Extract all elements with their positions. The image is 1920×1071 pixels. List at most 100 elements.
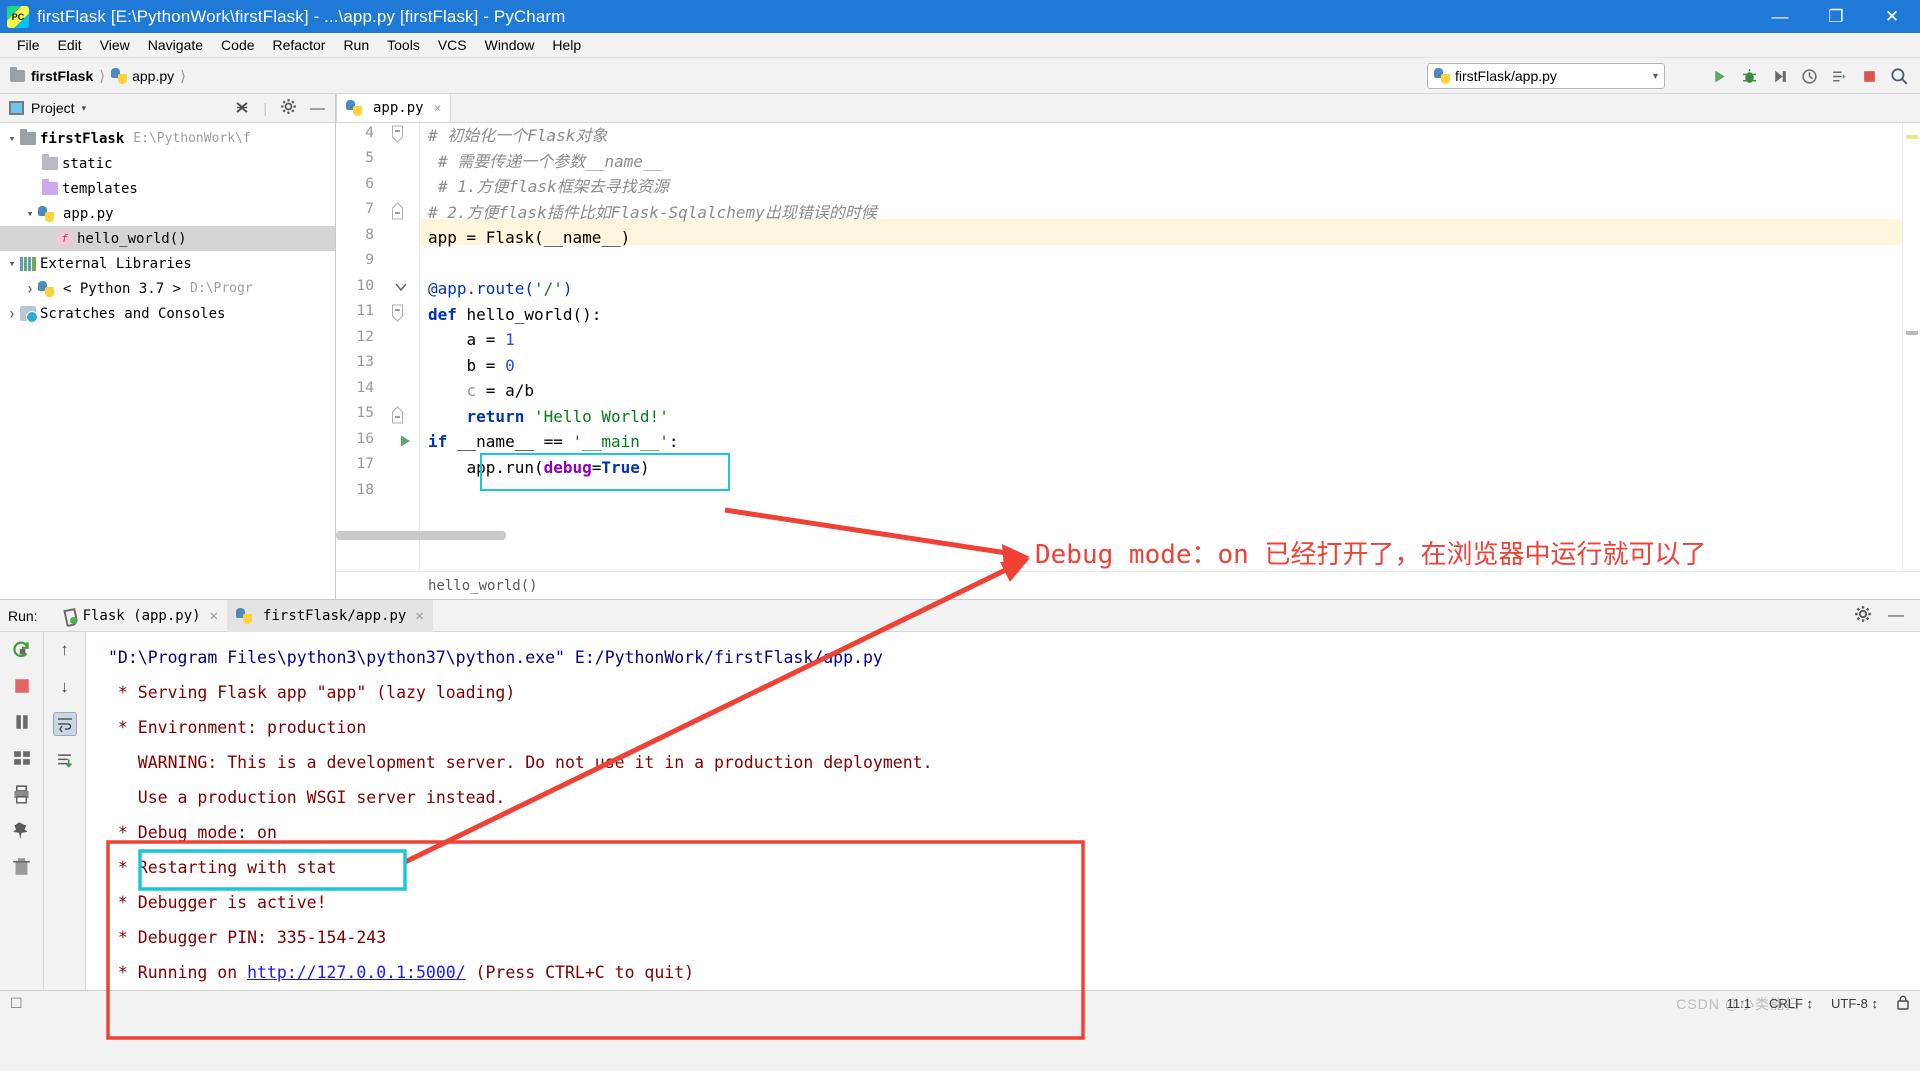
menu-item-vcs[interactable]: VCS: [429, 35, 476, 55]
menu-item-run[interactable]: Run: [334, 35, 378, 55]
pause-icon[interactable]: [10, 710, 34, 734]
fold-end-icon[interactable]: [388, 202, 406, 220]
tree-item-label: templates: [62, 180, 138, 197]
status-bar: ☐ CSDN @小类能扫 11:1 CRLF ↕ UTF-8 ↕: [0, 990, 1920, 1016]
up-arrow-icon[interactable]: ↑: [53, 638, 77, 662]
stop-icon[interactable]: [10, 674, 34, 698]
editor-gutter[interactable]: 4 5 6 7 8 9 10 11 12 13 14 15 16 17 18: [336, 123, 420, 571]
menu-item-code[interactable]: Code: [212, 35, 263, 55]
tree-item-path: E:\PythonWork\f: [133, 131, 251, 146]
chevron-down-icon[interactable]: [22, 207, 38, 220]
close-icon[interactable]: ✕: [415, 608, 423, 624]
maximize-button[interactable]: ❐: [1808, 0, 1864, 33]
line-separator[interactable]: CRLF ↕: [1769, 996, 1813, 1011]
collapse-chevron-icon[interactable]: [392, 278, 410, 296]
close-icon[interactable]: ✕: [210, 608, 218, 624]
tree-item-templates[interactable]: templates: [0, 176, 335, 201]
editor-horizontal-scrollbar[interactable]: [336, 531, 506, 540]
scroll-to-end-icon[interactable]: [53, 749, 77, 773]
hide-panel-icon[interactable]: —: [310, 100, 325, 117]
run-gutter-icon[interactable]: [396, 432, 414, 450]
file-encoding[interactable]: UTF-8 ↕: [1831, 996, 1878, 1011]
lock-icon[interactable]: [1896, 995, 1910, 1013]
close-button[interactable]: ✕: [1864, 0, 1920, 33]
trash-icon[interactable]: [10, 854, 34, 878]
pin-icon[interactable]: [10, 818, 34, 842]
breadcrumb-function[interactable]: hello_world(): [428, 578, 538, 594]
attach-icon[interactable]: [1829, 66, 1850, 87]
console-running-suffix: (Press CTRL+C to quit): [465, 963, 695, 982]
encoding-label: UTF-8: [1831, 996, 1868, 1011]
menu-item-refactor[interactable]: Refactor: [264, 35, 335, 55]
chevron-right-icon[interactable]: [22, 282, 38, 295]
tree-item-scratches[interactable]: Scratches and Consoles: [0, 301, 335, 326]
function-icon: f: [56, 230, 73, 247]
tree-item-hello-world[interactable]: f hello_world(): [0, 226, 335, 251]
line-number: 15: [356, 405, 374, 421]
menu-item-help[interactable]: Help: [543, 35, 590, 55]
caret-position[interactable]: 11:1: [1727, 996, 1751, 1011]
menu-item-edit[interactable]: Edit: [49, 35, 91, 55]
profile-icon[interactable]: [1799, 66, 1820, 87]
chevron-down-icon[interactable]: [4, 257, 20, 270]
tree-item-python-37[interactable]: < Python 3.7 > D:\Progr: [0, 276, 335, 301]
gear-icon[interactable]: [280, 98, 297, 118]
collapse-all-icon[interactable]: [234, 99, 250, 118]
menu-item-window[interactable]: Window: [476, 35, 544, 55]
tree-item-app-py[interactable]: app.py: [0, 201, 335, 226]
rerun-icon[interactable]: [10, 638, 34, 662]
tree-item-static[interactable]: static: [0, 151, 335, 176]
tree-item-label: < Python 3.7 >: [63, 280, 182, 297]
tree-item-external-libraries[interactable]: External Libraries: [0, 251, 335, 276]
annotation-highlight-code: [480, 453, 730, 491]
breadcrumb-file[interactable]: app.py: [111, 67, 174, 84]
annotation-text: Debug mode：on 已经打开了，在浏览器中运行就可以了: [1035, 540, 1707, 570]
fold-start-icon-2[interactable]: [388, 304, 406, 322]
soft-wrap-icon[interactable]: [52, 712, 77, 736]
run-icon[interactable]: [1709, 66, 1730, 87]
chevron-down-icon[interactable]: [4, 132, 20, 145]
down-arrow-icon[interactable]: ↓: [53, 675, 77, 699]
project-header-buttons: | —: [234, 98, 331, 118]
run-configuration-selector[interactable]: firstFlask/app.py ▾: [1427, 63, 1665, 89]
layout-icon[interactable]: [10, 746, 34, 770]
menu-item-view[interactable]: View: [91, 35, 139, 55]
close-icon[interactable]: ✕: [434, 101, 442, 116]
fold-start-icon[interactable]: [388, 125, 406, 143]
code-editor[interactable]: 4 5 6 7 8 9 10 11 12 13 14 15 16 17 18 #…: [336, 123, 1920, 571]
editor-marker-strip[interactable]: [1902, 123, 1920, 571]
gear-icon[interactable]: [1854, 605, 1872, 626]
console-url-link[interactable]: http://127.0.0.1:5000/: [247, 963, 466, 982]
stop-icon[interactable]: [1859, 66, 1880, 87]
code-lines[interactable]: # 初始化一个Flask对象 # 需要传递一个参数__name__ # 1.方便…: [420, 123, 1902, 571]
coverage-icon[interactable]: [1769, 66, 1790, 87]
chevron-right-icon[interactable]: [4, 307, 20, 320]
minimize-button[interactable]: —: [1752, 0, 1808, 33]
project-tool-window: Project ▾ | — firstFlask E:\PythonWork\f: [0, 94, 336, 599]
debug-icon[interactable]: [1739, 66, 1760, 87]
run-console-output[interactable]: "D:\Program Files\python3\python37\pytho…: [86, 632, 1920, 990]
search-icon[interactable]: [1889, 66, 1910, 87]
tree-item-firstflask[interactable]: firstFlask E:\PythonWork\f: [0, 126, 335, 151]
run-tab-app-py[interactable]: firstFlask/app.py ✕: [227, 599, 433, 632]
library-icon: [20, 256, 36, 271]
line-number: 8: [365, 227, 374, 243]
tree-item-label: External Libraries: [40, 255, 192, 272]
menu-item-file[interactable]: File: [8, 35, 49, 55]
print-icon[interactable]: [10, 782, 34, 806]
fold-end-icon-2[interactable]: [388, 406, 406, 424]
hide-icon[interactable]: —: [1888, 607, 1904, 625]
python-config-icon: [1434, 68, 1450, 84]
status-lock-icon[interactable]: ☐: [10, 995, 23, 1012]
project-panel-title: Project: [31, 100, 75, 116]
editor-tab-app-py[interactable]: app.py ✕: [336, 93, 452, 122]
chevron-right-icon: ⟩: [99, 67, 106, 85]
menu-item-tools[interactable]: Tools: [378, 35, 429, 55]
breadcrumb-project[interactable]: firstFlask: [10, 66, 93, 84]
run-tab-flask[interactable]: Flask (app.py) ✕: [52, 600, 227, 632]
chevron-down-icon[interactable]: ▾: [82, 103, 87, 114]
run-tab-bar: Run: Flask (app.py) ✕ firstFlask/app.py …: [0, 599, 1920, 632]
menu-item-navigate[interactable]: Navigate: [139, 35, 212, 55]
console-line-serving: * Serving Flask app "app" (lazy loading): [108, 683, 516, 702]
run-panel-header-buttons: —: [1854, 605, 1920, 626]
